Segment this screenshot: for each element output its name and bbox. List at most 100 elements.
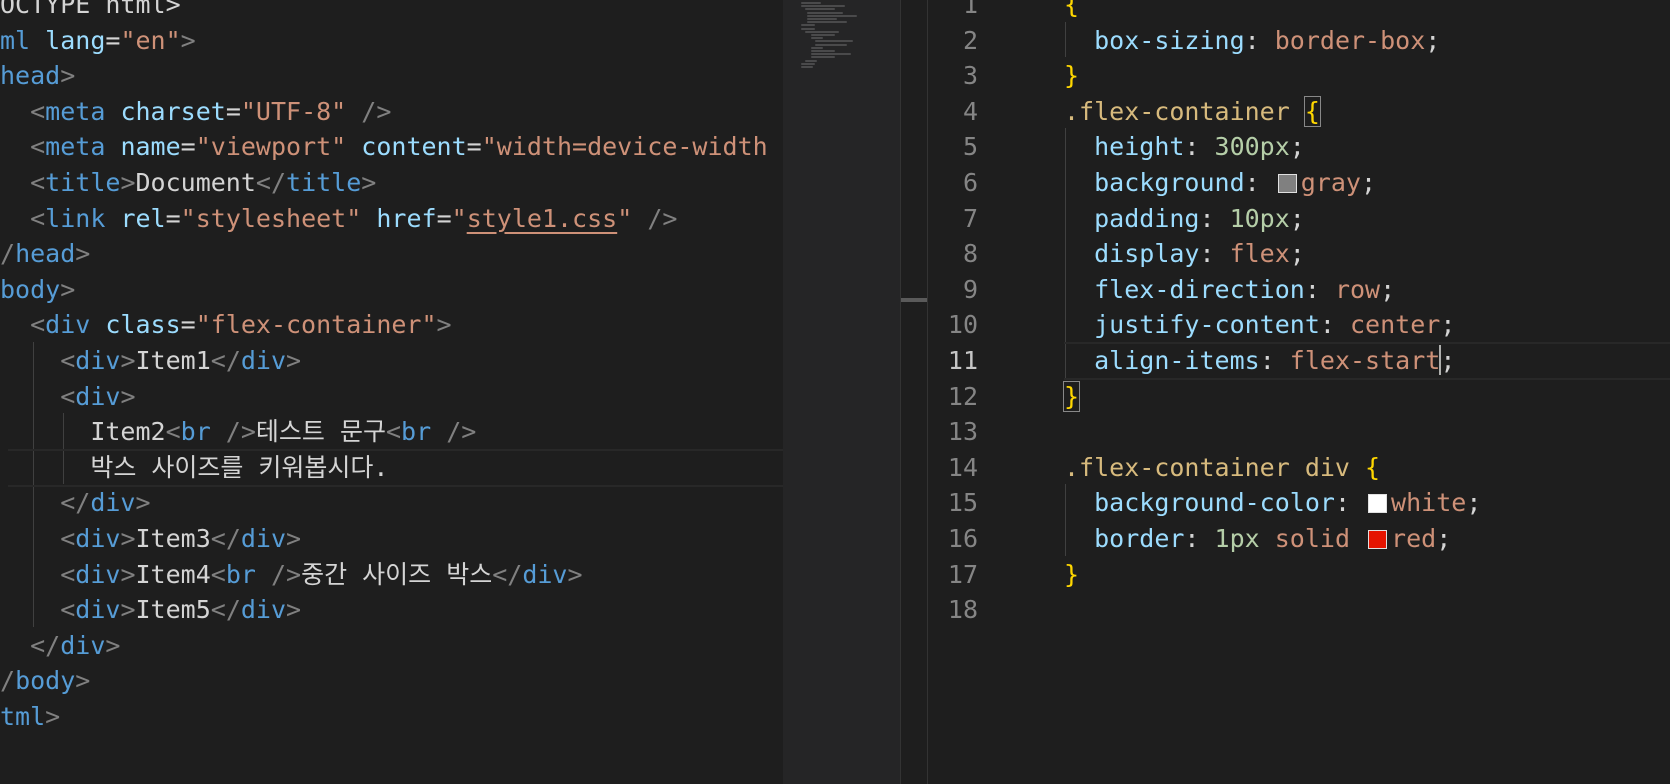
code-line[interactable]: ml lang="en"> (0, 22, 196, 60)
code-token: ; (1425, 25, 1441, 55)
code-token: div (75, 559, 121, 589)
minimap-line (801, 62, 815, 65)
code-token: div (75, 595, 121, 625)
code-line[interactable]: /body> (0, 662, 90, 700)
css-editor-pane[interactable]: 1 {2 box-sizing: border-box; 3} 4 .flex-cont… (928, 0, 1670, 784)
code-token: } (1064, 559, 1080, 589)
code-token: > (286, 595, 302, 625)
minimap-line (811, 50, 835, 52)
code-token: box-sizing (1094, 25, 1245, 55)
code-token: rel (105, 203, 166, 233)
code-token: </ (30, 630, 61, 660)
code-line[interactable]: background-color: white; (1064, 484, 1481, 522)
code-line[interactable]: } (1064, 57, 1079, 95)
color-swatch[interactable] (1368, 530, 1388, 549)
code-token: ; (1466, 488, 1482, 518)
code-line[interactable]: </div> (0, 484, 151, 522)
code-token: 테스트 문구 (255, 417, 386, 447)
code-line[interactable]: Item2<br />테스트 문구<br /> (0, 413, 476, 451)
code-token: OCTYPE html> (0, 0, 181, 19)
code-line[interactable]: <meta charset="UTF-8" /> (0, 93, 391, 131)
code-line[interactable]: 박스 사이즈를 키워봅시다. (0, 449, 388, 487)
code-line[interactable]: <link rel="stylesheet" href="style1.css"… (0, 200, 677, 238)
code-token: </ (60, 488, 91, 518)
code-token: flex (1229, 239, 1290, 269)
code-token: { (1064, 0, 1080, 19)
code-line[interactable]: { (1064, 0, 1079, 24)
minimap-line (807, 18, 837, 20)
code-token: < (385, 417, 402, 447)
code-token: > (135, 488, 151, 518)
minimap-line (801, 2, 821, 4)
code-token: name (105, 132, 181, 162)
code-token: = (436, 203, 452, 233)
code-token: "viewport" (195, 132, 347, 162)
code-token: div (75, 524, 121, 553)
code-line[interactable]: .flex-container div { (1064, 449, 1380, 487)
minimap-line (805, 30, 839, 33)
code-line[interactable]: body> (0, 271, 75, 309)
code-line[interactable]: align-items: flex-start; (1064, 342, 1455, 380)
line-number: 12 (947, 381, 978, 411)
code-line[interactable]: } (1062, 378, 1081, 416)
code-line[interactable]: OCTYPE html> (0, 0, 181, 24)
code-line[interactable]: <div>Item1</div> (0, 342, 301, 380)
code-line[interactable]: height: 300px; (1064, 128, 1305, 166)
code-token: < (60, 524, 76, 553)
code-token: ; (1380, 274, 1396, 304)
line-number: 9 (962, 274, 978, 304)
html-editor-pane[interactable]: OCTYPE html> ml lang="en"> head> <meta cha… (0, 0, 783, 784)
code-line[interactable]: display: flex; (1064, 235, 1305, 273)
code-line[interactable]: tml> (0, 698, 60, 736)
code-line[interactable]: <div>Item3</div> (0, 520, 301, 558)
code-token: div (45, 310, 91, 340)
code-line[interactable]: .flex-container { (1064, 93, 1321, 131)
code-token: : (1334, 488, 1366, 518)
code-line[interactable]: <div> (0, 378, 135, 416)
color-swatch[interactable] (1368, 494, 1388, 514)
minimap-line (801, 66, 813, 68)
code-token: Item3 (135, 524, 211, 553)
code-line[interactable]: head> (0, 57, 75, 95)
line-number: 15 (947, 488, 978, 518)
code-line[interactable]: /head> (0, 235, 90, 273)
minimap-line (807, 11, 843, 14)
code-line[interactable]: border: 1px solid red; (1064, 520, 1451, 558)
code-token: white (1391, 488, 1467, 518)
code-line[interactable]: background: gray; (1064, 164, 1376, 202)
color-swatch[interactable] (1277, 174, 1297, 193)
code-line[interactable]: box-sizing: border-box; (1064, 22, 1440, 60)
code-line[interactable]: <div>Item4<br />중간 사이즈 박스</div> (0, 556, 582, 594)
minimap[interactable] (783, 0, 900, 784)
pane-divider[interactable] (900, 0, 928, 784)
code-token: : (1259, 346, 1290, 375)
code-token: > (120, 559, 136, 589)
code-token: div (240, 524, 287, 553)
code-token: "UTF-8" (240, 96, 347, 126)
code-token: br (225, 559, 256, 589)
minimap-line (801, 27, 815, 30)
line-number: 6 (962, 168, 978, 197)
code-line[interactable]: </div> (0, 627, 120, 665)
code-token: br (401, 417, 432, 447)
code-line[interactable]: <title>Document</title> (0, 164, 376, 202)
code-editor[interactable]: OCTYPE html> ml lang="en"> head> <meta cha… (0, 0, 1670, 784)
code-line[interactable]: <meta name="viewport" content="width=dev… (0, 128, 768, 166)
code-token: /> (210, 417, 256, 447)
code-line[interactable]: justify-content: center; (1064, 306, 1455, 344)
code-token: 300px (1214, 132, 1290, 162)
code-token: tml (0, 702, 46, 731)
code-token: } (1064, 61, 1080, 91)
code-line[interactable]: } (1064, 556, 1079, 594)
code-token: gray (1300, 168, 1361, 197)
code-token: " (451, 203, 467, 233)
code-token: div (522, 559, 568, 589)
sash-handle[interactable] (901, 298, 927, 302)
code-line[interactable]: <div class="flex-container"> (0, 306, 451, 344)
code-line[interactable]: <div>Item5</div> (0, 591, 301, 629)
code-line[interactable]: flex-direction: row; (1064, 271, 1395, 309)
code-line[interactable]: padding: 10px; (1064, 200, 1305, 238)
code-token: ml (0, 25, 31, 55)
